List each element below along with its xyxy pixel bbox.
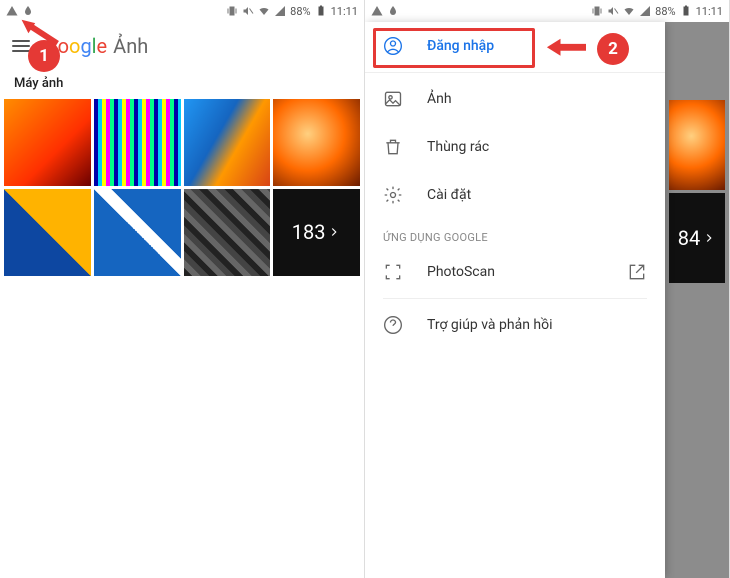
wifi-icon	[258, 5, 270, 17]
arrow-icon	[541, 32, 597, 66]
chevron-right-icon	[702, 231, 716, 245]
mute-icon	[607, 5, 619, 17]
photo-thumb[interactable]	[4, 189, 91, 276]
step-badge: 2	[597, 33, 629, 65]
divider	[365, 72, 665, 73]
chevron-right-icon	[327, 225, 341, 239]
drop-icon	[22, 5, 34, 17]
clock-text: 11:11	[696, 5, 723, 18]
drawer-photos[interactable]: Ảnh	[365, 75, 665, 123]
scan-icon	[383, 262, 403, 282]
battery-icon	[680, 5, 692, 17]
drawer-help[interactable]: Trợ giúp và phản hồi	[365, 301, 665, 349]
help-icon	[383, 315, 403, 335]
signal-icon	[274, 5, 286, 17]
battery-text: 88%	[290, 5, 310, 18]
photo-thumb[interactable]	[273, 99, 360, 186]
photo-thumb[interactable]	[184, 99, 271, 186]
photo-thumb[interactable]	[94, 99, 181, 186]
annotation-highlight	[373, 28, 535, 68]
signal-icon	[639, 5, 651, 17]
settings-label: Cài đặt	[427, 187, 471, 203]
drop-icon	[387, 5, 399, 17]
photoscan-label: PhotoScan	[427, 264, 495, 280]
warning-icon	[371, 5, 383, 17]
drawer-trash[interactable]: Thùng rác	[365, 123, 665, 171]
photos-label: Ảnh	[427, 91, 452, 107]
photo-overflow[interactable]: 183	[273, 189, 360, 276]
overflow-count: 84	[678, 226, 700, 250]
photo-thumb[interactable]	[94, 189, 181, 276]
annotation-step-2: 2	[541, 32, 629, 66]
section-camera: Máy ảnh	[0, 70, 364, 99]
nav-drawer: Đăng nhập Ảnh Thùng rác Cài đặt ỨNG DỤNG…	[365, 22, 665, 578]
photo-icon	[383, 89, 403, 109]
photo-thumb[interactable]	[184, 189, 271, 276]
vibrate-icon	[591, 5, 603, 17]
arrow-icon	[14, 18, 70, 52]
trash-label: Thùng rác	[427, 139, 489, 155]
clock-text: 11:11	[331, 5, 358, 18]
warning-icon	[6, 5, 18, 17]
photo-thumb	[669, 100, 725, 190]
trash-icon	[383, 137, 403, 157]
background-grid: 84	[669, 100, 729, 286]
photo-overflow: 84	[669, 193, 725, 283]
divider	[383, 298, 647, 299]
help-label: Trợ giúp và phản hồi	[427, 317, 553, 333]
drawer-photoscan[interactable]: PhotoScan	[365, 248, 665, 296]
overflow-count: 183	[292, 220, 326, 244]
battery-text: 88%	[655, 5, 675, 18]
external-link-icon	[627, 262, 647, 282]
app-name: Ảnh	[113, 34, 148, 58]
photo-thumb[interactable]	[4, 99, 91, 186]
wifi-icon	[623, 5, 635, 17]
drawer-apps-header: ỨNG DỤNG GOOGLE	[365, 219, 665, 248]
phone-left: 88% 11:11 Google Ảnh Máy ảnh 183	[0, 0, 365, 578]
mute-icon	[242, 5, 254, 17]
phone-right: 88% 11:11 84 Đăng nhập Ảnh Thùng rác	[365, 0, 730, 578]
gear-icon	[383, 185, 403, 205]
vibrate-icon	[226, 5, 238, 17]
status-bar: 88% 11:11	[365, 0, 729, 22]
annotation-step-1: 1	[28, 40, 60, 72]
battery-icon	[315, 5, 327, 17]
photo-grid: 183	[0, 99, 364, 276]
drawer-settings[interactable]: Cài đặt	[365, 171, 665, 219]
